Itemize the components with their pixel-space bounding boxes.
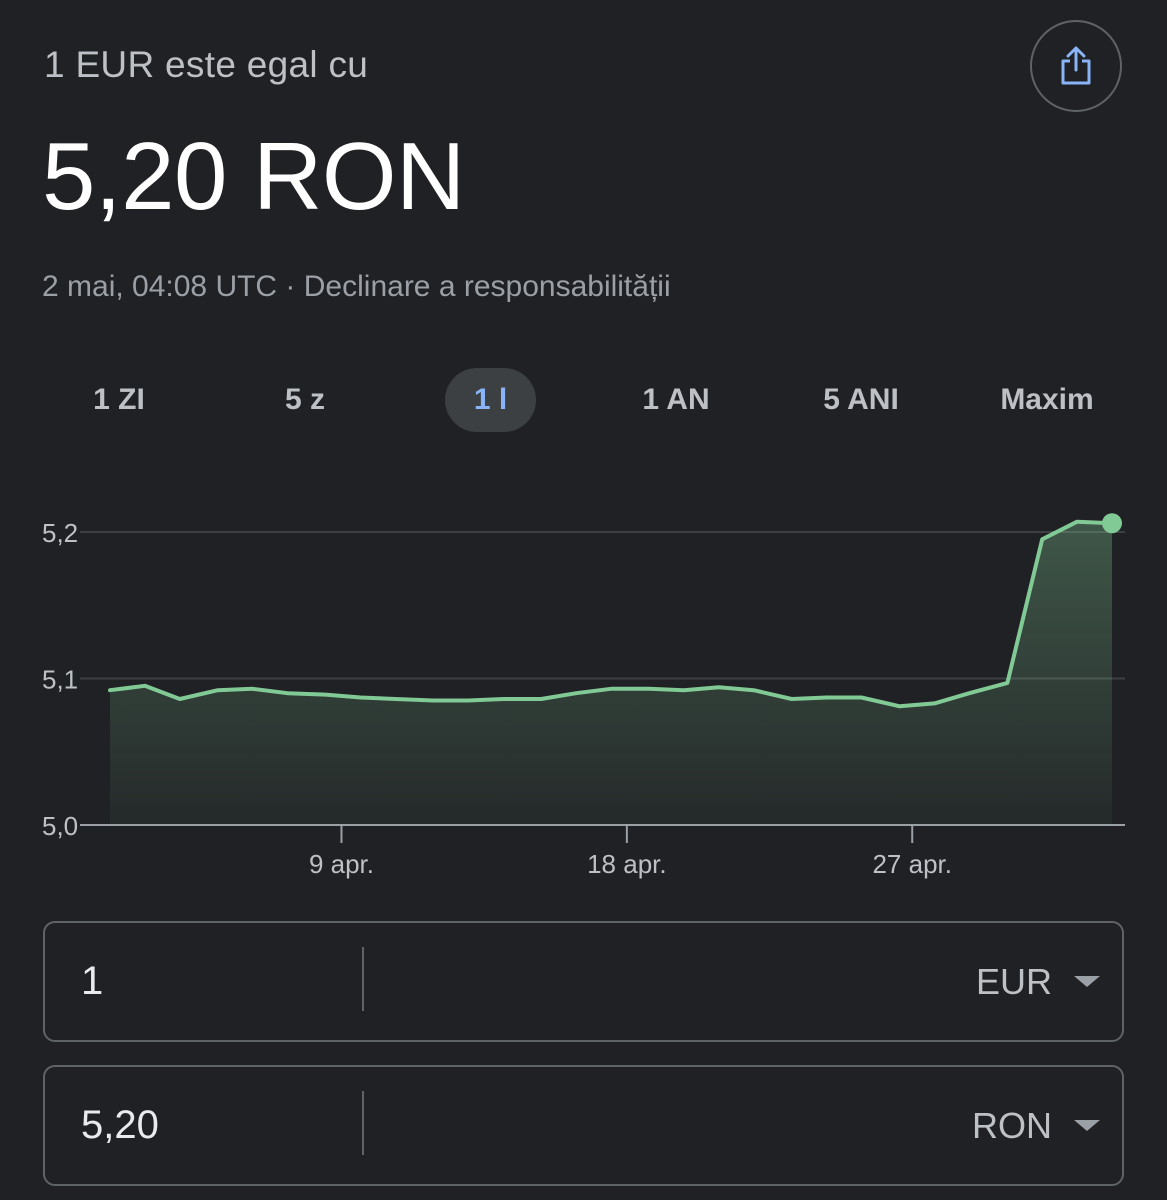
converter-to: 5,20 RON [43,1065,1124,1186]
field-divider [362,947,364,1011]
exchange-rate: 5,20 RON [42,123,465,230]
exchange-rate-chart: 5,0 5,1 5,2 9 apr. 18 apr. 27 apr. [42,513,1125,879]
from-currency-select[interactable]: EUR [976,923,1100,1040]
x-tick-label: 18 apr. [587,849,667,879]
from-currency-label: EUR [975,960,1052,1002]
y-tick-label: 5,1 [42,665,78,695]
converter-from: 1 EUR [43,921,1124,1042]
timestamp: 2 mai, 04:08 UTC [42,270,278,303]
tab-5-years[interactable]: 5 ANI [806,368,916,432]
tab-5-days[interactable]: 5 z [256,368,354,432]
end-point-marker [1102,513,1122,534]
to-currency-label: RON [972,1104,1052,1146]
separator: · [277,270,304,303]
y-tick-label: 5,0 [42,811,78,841]
subtitle: 1 EUR este egal cu [44,44,369,85]
y-tick-label: 5,2 [42,518,78,548]
from-amount-input[interactable]: 1 [81,923,103,1040]
tab-max[interactable]: Maxim [986,368,1108,432]
tab-1-year[interactable]: 1 AN [626,368,726,432]
x-tick-label: 27 apr. [872,849,952,879]
field-divider [362,1091,364,1155]
area-fill [110,521,1112,825]
share-button[interactable] [1030,20,1122,112]
to-amount-input[interactable]: 5,20 [81,1067,159,1184]
share-icon [1061,46,1091,85]
disclaimer-link[interactable]: Declinare a responsabilității [304,270,671,303]
tab-1-day[interactable]: 1 ZI [70,368,168,432]
tab-1-month[interactable]: 1 l [445,368,536,432]
meta-line: 2 mai, 04:08 UTC · Declinare a responsab… [42,270,671,304]
time-range-tabs: 1 ZI 5 z 1 l 1 AN 5 ANI Maxim [0,368,1167,434]
caret-down-icon [1074,976,1100,987]
x-tick-label: 9 apr. [309,849,374,879]
caret-down-icon [1074,1120,1100,1131]
to-currency-select[interactable]: RON [972,1067,1100,1184]
